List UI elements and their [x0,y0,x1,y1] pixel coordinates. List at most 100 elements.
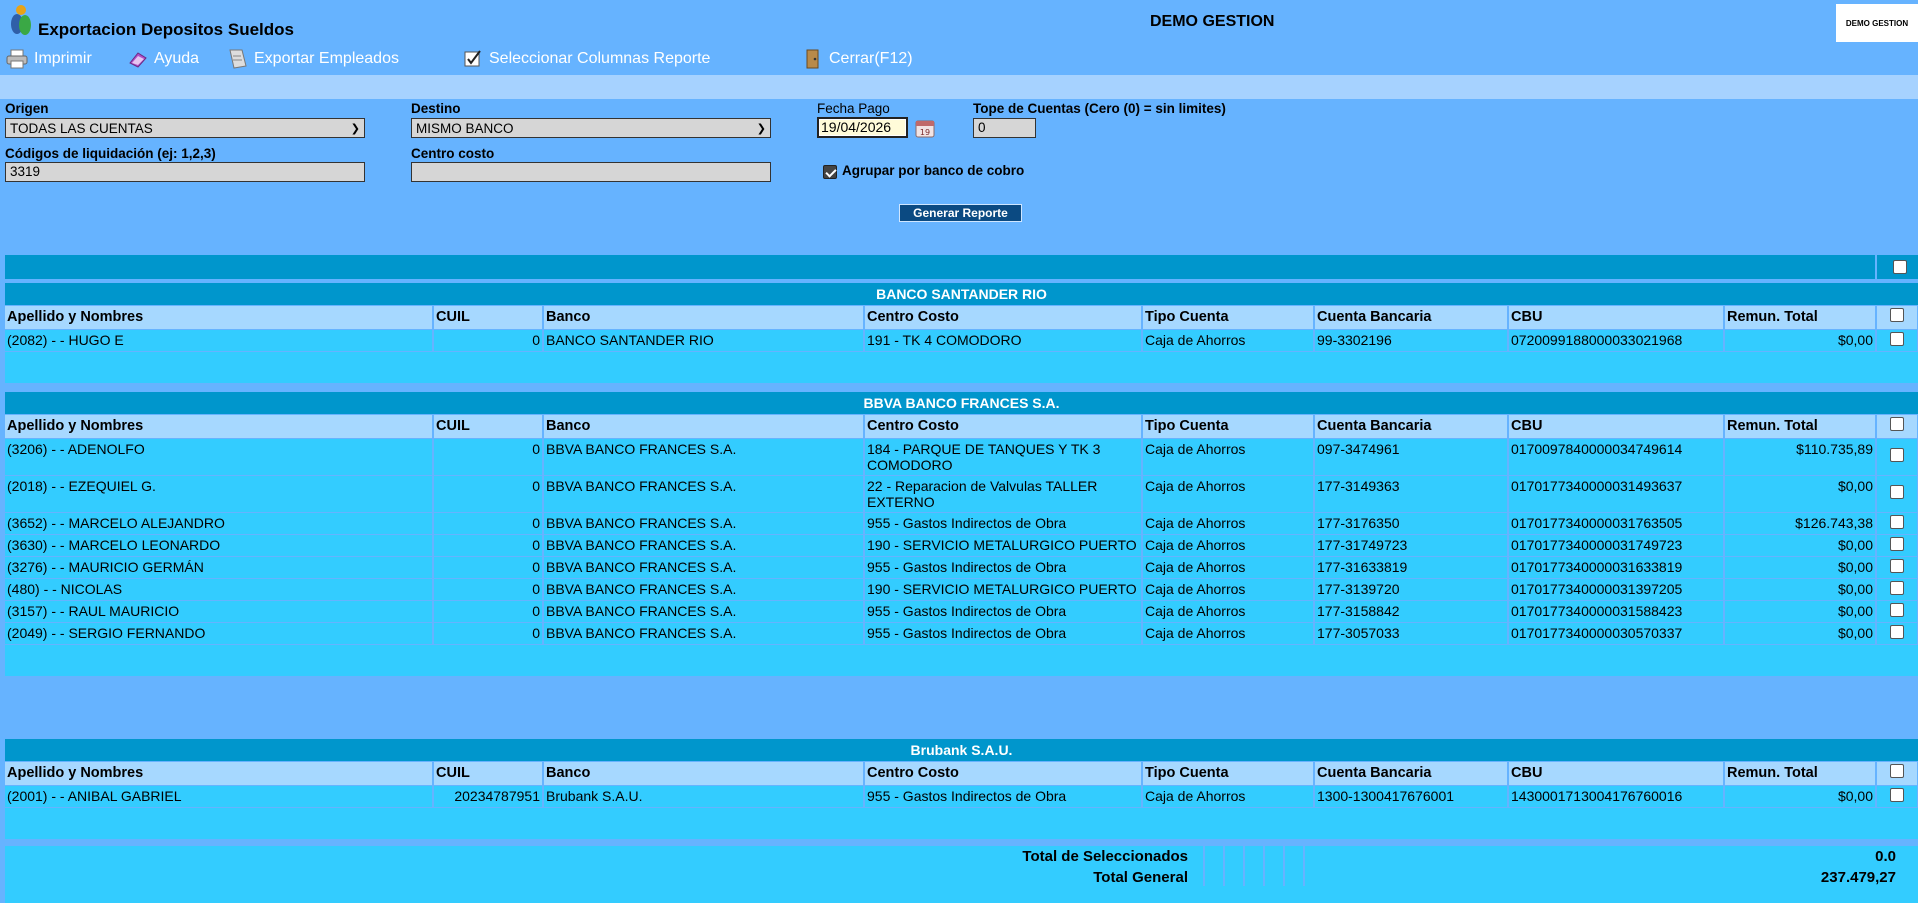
col-header-remun[interactable]: Remun. Total [1724,305,1877,330]
row-checkbox[interactable] [1890,448,1905,462]
print-button[interactable]: Imprimir [6,48,92,70]
cell-remun: $0,00 [1724,785,1877,808]
cell-remun: $126.743,38 [1724,512,1877,535]
row-checkbox[interactable] [1890,536,1905,551]
cell-nombre: (2018) - - EZEQUIEL G. [5,475,434,513]
close-button[interactable]: Cerrar(F12) [803,48,913,70]
cell-cuenta: 177-31749723 [1314,534,1509,557]
spacer-cell [5,351,1918,384]
totals-panel: Total de Seleccionados 0.0 Total General… [5,846,1918,903]
group-select-cell [1876,761,1918,786]
company-logo: DEMO GESTION [1836,4,1918,42]
printer-icon [6,49,28,69]
row-select-cell [1876,438,1918,476]
cell-cuenta: 1300-1300417676001 [1314,785,1509,808]
col-header-remun[interactable]: Remun. Total [1724,414,1877,439]
cell-cuenta: 097-3474961 [1314,438,1509,476]
col-header-nombre[interactable]: Apellido y Nombres [5,761,434,786]
col-header-centro[interactable]: Centro Costo [864,305,1143,330]
fecha-pago-input[interactable]: 19/04/2026 [817,117,908,138]
fecha-pago-label: Fecha Pago [817,101,890,116]
centro-costo-input[interactable] [411,162,771,182]
cell-cbu: 0170097840000034749614 [1508,438,1725,476]
generar-reporte-button[interactable]: Generar Reporte [899,204,1022,222]
table-header-row: Apellido y Nombres CUIL Banco Centro Cos… [5,761,1918,786]
col-header-cuil[interactable]: CUIL [433,305,544,330]
group-select-cell [1876,305,1918,330]
title-bar: Exportacion Depositos Sueldos DEMO GESTI… [0,0,1918,43]
cell-banco: BBVA BANCO FRANCES S.A. [543,475,865,513]
table-row: (3157) - - RAUL MAURICIO 0 BBVA BANCO FR… [5,600,1918,623]
close-door-icon [806,49,819,69]
total-general-value: 237.479,27 [1820,869,1896,886]
cell-nombre: (3652) - - MARCELO ALEJANDRO [5,512,434,535]
col-header-remun[interactable]: Remun. Total [1724,761,1877,786]
select-columns-button[interactable]: Seleccionar Columnas Reporte [463,48,710,70]
cell-centro: 190 - SERVICIO METALURGICO PUERTO [864,534,1143,557]
codigos-liquidacion-input[interactable]: 3319 [5,162,365,182]
col-header-cuenta[interactable]: Cuenta Bancaria [1314,414,1509,439]
col-header-cuil[interactable]: CUIL [433,761,544,786]
row-checkbox[interactable] [1890,514,1905,529]
col-header-cbu[interactable]: CBU [1508,305,1725,330]
bank-group-header: BBVA BANCO FRANCES S.A. [5,392,1918,415]
col-header-banco[interactable]: Banco [543,305,865,330]
col-header-cuenta[interactable]: Cuenta Bancaria [1314,761,1509,786]
table-row: (480) - - NICOLAS 0 BBVA BANCO FRANCES S… [5,578,1918,601]
col-header-cuil[interactable]: CUIL [433,414,544,439]
cell-cbu: 0170177340000031493637 [1508,475,1725,513]
origen-select[interactable]: TODAS LAS CUENTAS ❯ [5,118,365,138]
row-select-cell [1876,600,1918,623]
agrupar-checkbox[interactable] [823,165,837,179]
help-book-icon [129,52,147,68]
export-employees-button[interactable]: Exportar Empleados [226,48,399,70]
col-header-banco[interactable]: Banco [543,414,865,439]
cell-cbu: 0170177340000031397205 [1508,578,1725,601]
print-label: Imprimir [34,50,92,67]
row-checkbox[interactable] [1890,558,1905,573]
row-select-cell [1876,556,1918,579]
cell-cuil: 0 [433,622,544,645]
cell-nombre: (2082) - - HUGO E [5,329,434,352]
group-select-checkbox[interactable] [1890,764,1904,778]
band-divider [1875,255,1877,279]
cell-centro: 955 - Gastos Indirectos de Obra [864,622,1143,645]
row-checkbox[interactable] [1890,787,1904,802]
total-general-label: Total General [1093,869,1188,886]
col-header-banco[interactable]: Banco [543,761,865,786]
col-header-tipo[interactable]: Tipo Cuenta [1142,414,1315,439]
row-checkbox[interactable] [1890,580,1905,595]
row-checkbox[interactable] [1890,485,1905,499]
help-label: Ayuda [154,50,200,67]
col-header-centro[interactable]: Centro Costo [864,414,1143,439]
col-header-cuenta[interactable]: Cuenta Bancaria [1314,305,1509,330]
export-employees-label: Exportar Empleados [254,50,399,67]
group-select-checkbox[interactable] [1890,417,1905,431]
col-header-cbu[interactable]: CBU [1508,761,1725,786]
col-header-nombre[interactable]: Apellido y Nombres [5,414,434,439]
col-header-tipo[interactable]: Tipo Cuenta [1142,761,1315,786]
cell-cbu: 0170177340000031749723 [1508,534,1725,557]
tope-cuentas-input[interactable]: 0 [973,118,1036,138]
group-select-checkbox[interactable] [1890,308,1905,322]
calendar-icon[interactable]: 19 [914,117,936,139]
cell-centro: 955 - Gastos Indirectos de Obra [864,600,1143,623]
select-all-checkbox[interactable] [1893,260,1907,274]
cell-remun: $0,00 [1724,556,1877,579]
col-header-centro[interactable]: Centro Costo [864,761,1143,786]
col-header-nombre[interactable]: Apellido y Nombres [5,305,434,330]
col-header-tipo[interactable]: Tipo Cuenta [1142,305,1315,330]
row-select-cell [1876,622,1918,645]
col-header-cbu[interactable]: CBU [1508,414,1725,439]
cell-cuenta: 177-3149363 [1314,475,1509,513]
help-button[interactable]: Ayuda [128,48,199,70]
destino-select[interactable]: MISMO BANCO ❯ [411,118,771,138]
agrupar-label: Agrupar por banco de cobro [842,163,1025,178]
cell-tipo: Caja de Ahorros [1142,512,1315,535]
row-checkbox[interactable] [1890,602,1905,617]
app-logo-icon [11,5,31,35]
row-checkbox[interactable] [1890,331,1905,346]
row-checkbox[interactable] [1890,624,1905,639]
cell-nombre: (3276) - - MAURICIO GERMÁN [5,556,434,579]
bank-name: BBVA BANCO FRANCES S.A. [5,392,1918,415]
